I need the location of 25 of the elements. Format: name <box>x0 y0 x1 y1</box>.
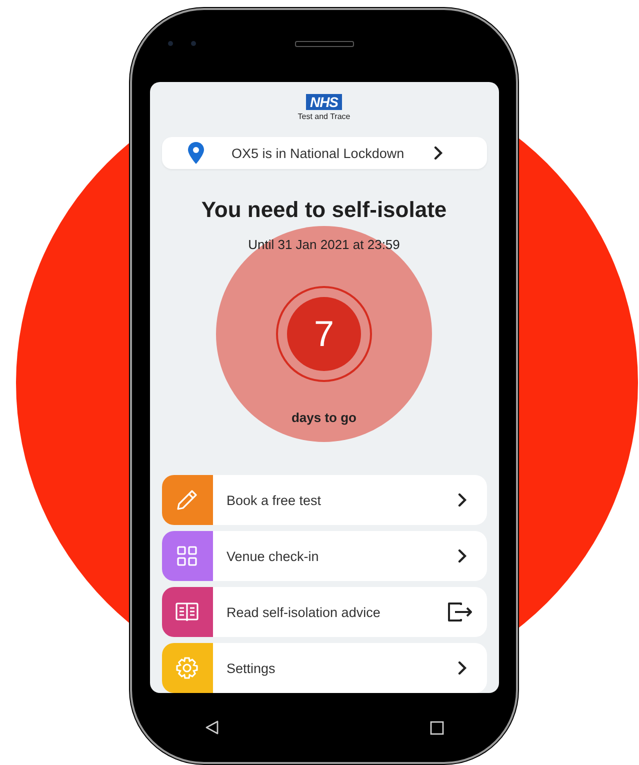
book-icon <box>175 602 199 622</box>
chevron-icon <box>434 146 442 160</box>
chevron-icon <box>458 549 466 563</box>
logo-subtitle: Test and Trace <box>298 112 350 121</box>
sensor-dot <box>191 41 196 46</box>
home-icon[interactable] <box>430 720 444 734</box>
gear-icon <box>175 656 199 680</box>
menu-item[interactable]: Read self-isolation advice <box>162 587 486 637</box>
pencil-icon <box>176 489 198 511</box>
qr-code-icon <box>176 545 198 567</box>
location-card[interactable]: OX5 is in National Lockdown <box>162 137 486 169</box>
back-icon[interactable] <box>205 720 219 735</box>
logo: NHS <box>306 94 342 110</box>
days-count: 7 <box>287 297 361 371</box>
menu-item[interactable]: Venue check-in <box>162 531 486 581</box>
menu-item[interactable]: Settings <box>162 643 486 693</box>
menu-item[interactable]: Book a free test <box>162 475 486 525</box>
speaker-grille <box>294 41 354 47</box>
camera-dot <box>168 41 173 46</box>
location-pin-icon <box>188 142 204 164</box>
days-label: days to go <box>290 410 358 425</box>
chevron-icon <box>458 493 466 507</box>
chevron-icon <box>458 661 466 675</box>
status-title: You need to self-isolate <box>201 197 447 223</box>
exit-icon <box>446 602 472 622</box>
